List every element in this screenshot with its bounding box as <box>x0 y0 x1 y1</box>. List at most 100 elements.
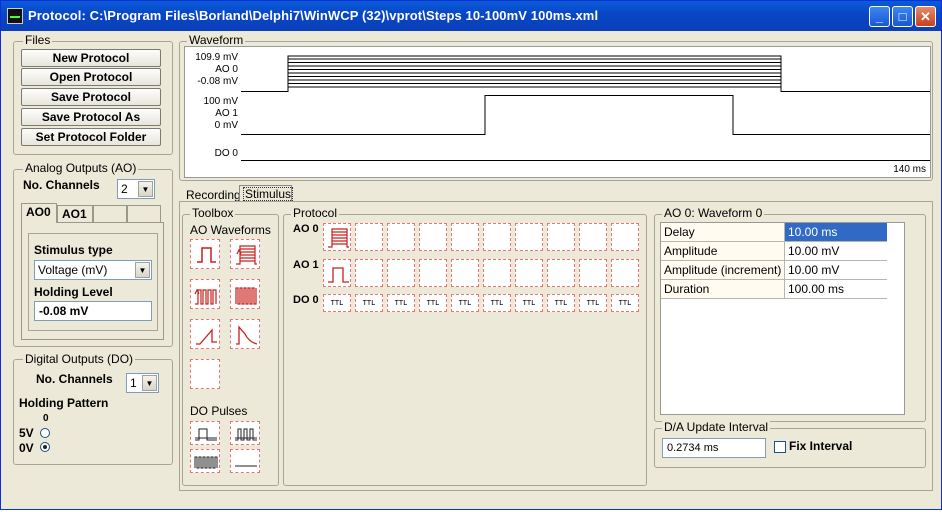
tab-ao3[interactable] <box>127 205 161 223</box>
protocol-slot-ao0-4[interactable] <box>419 223 447 251</box>
low-level-radio[interactable] <box>40 442 50 452</box>
high-level-radio[interactable] <box>40 428 50 438</box>
high-level-label: 5V <box>19 426 34 440</box>
ao-channels-select[interactable]: 2 ▼ <box>117 179 155 199</box>
close-button[interactable]: ✕ <box>915 6 936 27</box>
close-icon: ✕ <box>920 9 931 24</box>
protocol-slot-do0-5[interactable]: TTL <box>451 294 479 312</box>
property-value[interactable]: 10.00 mV <box>785 261 887 279</box>
waveform-display: 109.9 mV AO 0 -0.08 mV 100 mV AO 1 0 mV … <box>184 46 931 178</box>
property-key: Amplitude (increment) <box>661 261 785 279</box>
protocol-slot-ao1-1[interactable] <box>323 259 351 287</box>
property-row[interactable]: Amplitude (increment) 10.00 mV <box>661 261 887 280</box>
chevron-down-icon: ▼ <box>142 375 157 391</box>
property-key: Delay <box>661 223 785 241</box>
protocol-slot-ao0-6[interactable] <box>483 223 511 251</box>
protocol-legend: Protocol <box>291 206 340 220</box>
protocol-slot-do0-2[interactable]: TTL <box>355 294 383 312</box>
title-bar[interactable]: Protocol: C:\Program Files\Borland\Delph… <box>1 1 941 31</box>
step-pulse-icon[interactable] <box>190 239 220 269</box>
set-protocol-folder-button[interactable]: Set Protocol Folder <box>21 128 161 146</box>
ttl-train-icon[interactable] <box>230 421 260 445</box>
step-family-icon[interactable] <box>230 239 260 269</box>
fix-interval-checkbox[interactable] <box>774 441 786 453</box>
protocol-slot-ao1-3[interactable] <box>387 259 415 287</box>
protocol-slot-ao1-2[interactable] <box>355 259 383 287</box>
protocol-slot-do0-3[interactable]: TTL <box>387 294 415 312</box>
protocol-row-ao0-label: AO 0 <box>293 223 319 235</box>
app-icon[interactable] <box>7 8 23 24</box>
pulse-train-dense-icon[interactable] <box>230 279 260 309</box>
chevron-down-icon: ▼ <box>138 181 153 197</box>
property-value[interactable]: 10.00 ms <box>785 223 887 241</box>
protocol-slot-do0-7[interactable]: TTL <box>515 294 543 312</box>
protocol-slot-do0-9[interactable]: TTL <box>579 294 607 312</box>
toolbox-legend: Toolbox <box>190 206 236 220</box>
property-row[interactable]: Amplitude 10.00 mV <box>661 242 887 261</box>
protocol-slot-ao1-6[interactable] <box>483 259 511 287</box>
do-channels-label: No. Channels <box>36 372 113 386</box>
protocol-slot-do0-6[interactable]: TTL <box>483 294 511 312</box>
waveform-properties-legend: AO 0: Waveform 0 <box>662 206 765 220</box>
protocol-slot-do0-4[interactable]: TTL <box>419 294 447 312</box>
save-protocol-as-button[interactable]: Save Protocol As <box>21 108 161 126</box>
do-bit-label: 0 <box>43 413 49 424</box>
tab-ao1[interactable]: AO1 <box>57 205 93 223</box>
protocol-slot-ao0-7[interactable] <box>515 223 543 251</box>
new-protocol-button[interactable]: New Protocol <box>21 49 161 67</box>
protocol-slot-ao1-10[interactable] <box>611 259 639 287</box>
protocol-slot-ao0-5[interactable] <box>451 223 479 251</box>
tab-stimulus-label: Stimulus <box>243 187 294 201</box>
ttl-blank-icon[interactable] <box>230 449 260 473</box>
ramp-icon[interactable] <box>190 319 220 349</box>
property-value[interactable]: 100.00 ms <box>785 280 887 298</box>
protocol-slot-do0-8[interactable]: TTL <box>547 294 575 312</box>
pulse-train-icon[interactable] <box>190 279 220 309</box>
da-update-interval-field[interactable]: 0.2734 ms <box>662 438 766 458</box>
tab-stimulus[interactable]: Stimulus <box>239 185 294 202</box>
stimulus-type-label: Stimulus type <box>34 243 113 257</box>
blank-waveform-icon[interactable] <box>190 359 220 389</box>
protocol-slot-ao0-10[interactable] <box>611 223 639 251</box>
protocol-slot-ao1-7[interactable] <box>515 259 543 287</box>
minimize-icon: _ <box>875 9 884 24</box>
protocol-slot-ao1-9[interactable] <box>579 259 607 287</box>
ao-waveforms-label: AO Waveforms <box>190 223 271 237</box>
protocol-slot-ao0-8[interactable] <box>547 223 575 251</box>
waveform-traces <box>241 55 930 161</box>
stimulus-type-select[interactable]: Voltage (mV) ▼ <box>34 260 152 280</box>
digital-outputs-legend: Digital Outputs (DO) <box>23 352 136 366</box>
protocol-row-ao1-label: AO 1 <box>293 259 319 271</box>
window-title: Protocol: C:\Program Files\Borland\Delph… <box>28 8 599 23</box>
property-row[interactable]: Duration 100.00 ms <box>661 280 887 299</box>
protocol-slot-ao1-5[interactable] <box>451 259 479 287</box>
property-value[interactable]: 10.00 mV <box>785 242 887 260</box>
tab-ao2[interactable] <box>93 205 127 223</box>
tab-ao0[interactable]: AO0 <box>21 203 57 223</box>
protocol-row-do0-label: DO 0 <box>293 294 319 306</box>
tab-recording[interactable]: Recording <box>186 188 241 202</box>
protocol-slot-ao0-9[interactable] <box>579 223 607 251</box>
minimize-button[interactable]: _ <box>869 6 890 27</box>
save-protocol-button[interactable]: Save Protocol <box>21 88 161 106</box>
protocol-slot-ao1-8[interactable] <box>547 259 575 287</box>
holding-level-field[interactable]: -0.08 mV <box>34 301 152 321</box>
maximize-icon: □ <box>898 9 907 24</box>
ttl-pulse-icon[interactable] <box>190 421 220 445</box>
properties-grid: Delay 10.00 ms Amplitude 10.00 mV Amplitud… <box>660 222 905 415</box>
open-protocol-button[interactable]: Open Protocol <box>21 68 161 86</box>
ap-waveform-icon[interactable] <box>230 319 260 349</box>
protocol-slot-ao0-3[interactable] <box>387 223 415 251</box>
protocol-group <box>283 214 647 486</box>
analog-outputs-legend: Analog Outputs (AO) <box>23 161 139 175</box>
do-channels-select[interactable]: 1 ▼ <box>126 373 159 393</box>
protocol-slot-ao0-1[interactable] <box>323 223 351 251</box>
maximize-button[interactable]: □ <box>892 6 913 27</box>
protocol-slot-ao0-2[interactable] <box>355 223 383 251</box>
protocol-slot-ao1-4[interactable] <box>419 259 447 287</box>
protocol-slot-do0-10[interactable]: TTL <box>611 294 639 312</box>
property-row[interactable]: Delay 10.00 ms <box>661 223 887 242</box>
property-key: Amplitude <box>661 242 785 260</box>
protocol-slot-do0-1[interactable]: TTL <box>323 294 351 312</box>
ttl-dense-train-icon[interactable] <box>190 449 220 473</box>
